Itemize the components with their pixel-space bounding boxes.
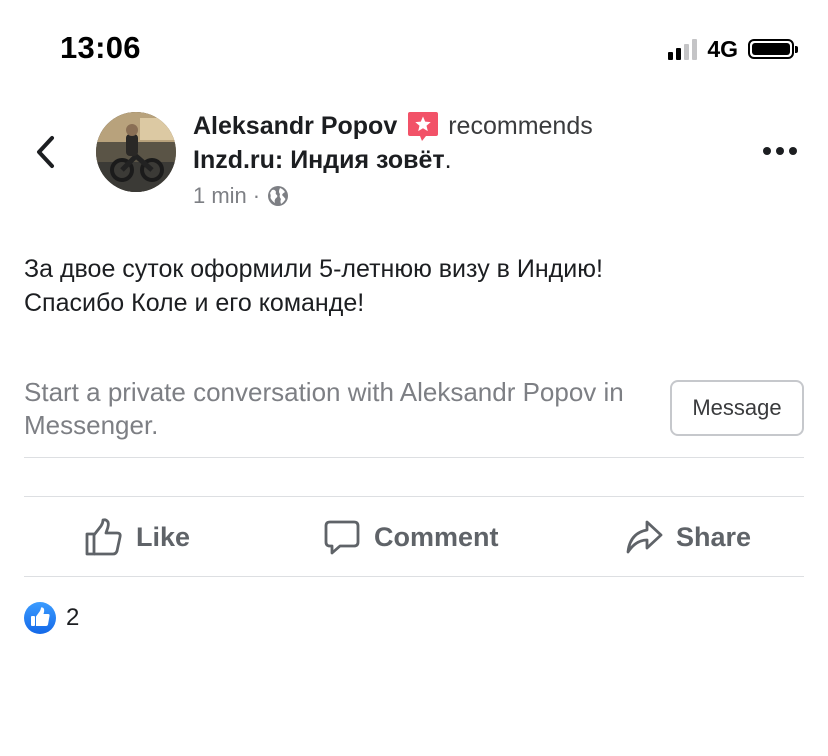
more-dots-icon [763,147,797,155]
recommendation-star-icon [408,112,439,141]
recommended-page-link[interactable]: Inzd.ru: Индия зовёт. [193,146,452,175]
divider [24,576,804,577]
divider [24,496,804,497]
post-meta: 1 min · [193,183,290,209]
post-header: Aleksandr Popov recommends [193,110,593,142]
comment-bubble-icon [324,520,360,555]
share-button[interactable]: Share [624,512,751,562]
share-label: Share [676,521,752,552]
globe-icon [268,186,289,206]
messenger-prompt: Start a private conversation with Aleksa… [24,377,624,440]
avatar-photo [96,112,176,192]
battery-icon [748,39,798,59]
cellular-signal-icon [668,38,698,60]
back-button[interactable] [30,130,64,174]
post-text: За двое суток оформили 5-летнюю визу в И… [24,252,804,320]
message-button[interactable]: Message [670,380,804,436]
like-button[interactable]: Like [84,512,190,562]
status-indicators: 4G [668,34,798,64]
post-text-line: За двое суток оформили 5-летнюю визу в И… [24,255,603,283]
post-detail-screen: 13:06 4G Aleksandr Popov recommends Inzd… [0,0,828,756]
post-text-line: Спасибо Коле и его команде! [24,289,365,317]
avatar[interactable] [96,112,176,192]
thumbs-up-icon [85,518,122,556]
status-time: 13:06 [60,30,141,65]
recommends-label: recommends [448,111,593,140]
reaction-count: 2 [66,604,80,631]
post-time[interactable]: 1 min [193,183,247,209]
like-label: Like [136,521,191,552]
like-reaction-icon [24,602,56,634]
comment-button[interactable]: Comment [322,512,499,562]
page-name: Inzd.ru: Индия зовёт [193,146,445,174]
page-name-period: . [444,146,452,174]
more-options-button[interactable] [762,144,798,158]
divider [24,457,804,458]
reactions-summary[interactable]: 2 [24,602,79,634]
network-type: 4G [707,35,738,62]
comment-label: Comment [374,521,499,552]
chevron-left-icon [37,136,54,168]
author-name[interactable]: Aleksandr Popov [193,112,397,141]
meta-separator: · [252,183,261,208]
share-arrow-icon [626,520,663,554]
